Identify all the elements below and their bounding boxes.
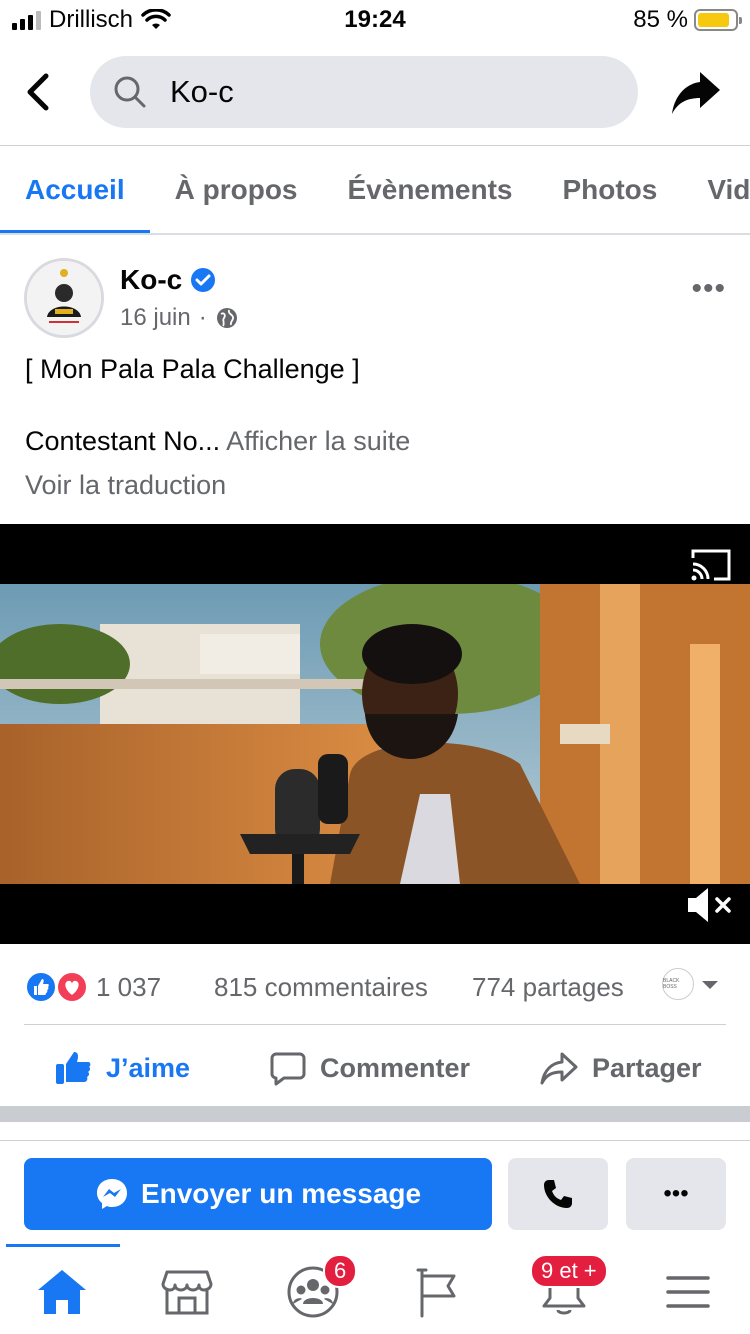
- nav-active-indicator: [6, 1244, 120, 1247]
- send-message-button[interactable]: Envoyer un message: [24, 1158, 492, 1230]
- comment-button[interactable]: Commenter: [270, 1040, 470, 1096]
- search-icon: [114, 76, 146, 108]
- tab-accueil[interactable]: Accueil: [0, 146, 150, 234]
- translate-link[interactable]: Voir la traduction: [25, 470, 226, 501]
- battery-icon: [694, 9, 742, 31]
- nav-menu[interactable]: [658, 1262, 718, 1322]
- nav-groups[interactable]: 6: [283, 1254, 358, 1322]
- video-player[interactable]: [0, 524, 750, 944]
- search-value: Ko-c: [170, 74, 234, 109]
- status-right: 85 %: [633, 6, 742, 34]
- video-scene-image: [0, 584, 750, 884]
- like-label: J’aime: [106, 1052, 191, 1083]
- groups-badge: 6: [323, 1254, 358, 1288]
- post-date[interactable]: 16 juin: [120, 304, 191, 332]
- post-meta: 16 juin ·: [120, 304, 239, 332]
- share-icon: [540, 1052, 578, 1085]
- post-actions: J’aime Commenter Partager: [0, 1040, 750, 1096]
- phone-icon: [544, 1180, 572, 1208]
- comments-count[interactable]: 815 commentaires: [214, 972, 428, 1003]
- status-bar: Drillisch 19:24 85 %: [0, 0, 750, 40]
- tab-photos[interactable]: Photos: [537, 146, 682, 234]
- share-button[interactable]: Partager: [540, 1040, 702, 1096]
- avatar[interactable]: [24, 258, 104, 338]
- see-more-link[interactable]: Afficher la suite: [226, 426, 410, 456]
- send-message-label: Envoyer un message: [140, 1178, 422, 1209]
- post-body: Contestant No... Afficher la suite: [25, 426, 410, 457]
- tab-a-propos[interactable]: À propos: [150, 146, 323, 234]
- post-stats: 1 037 815 commentaires 774 partages BLAC…: [0, 966, 750, 1008]
- page-avatar-small[interactable]: BLACK BOSS: [662, 968, 694, 1000]
- reactions-count[interactable]: 1 037: [96, 972, 161, 1003]
- messenger-icon: [96, 1179, 127, 1209]
- verified-badge-icon: [191, 268, 216, 292]
- post-author-name[interactable]: Ko-c: [120, 264, 182, 296]
- reaction-icons[interactable]: [24, 970, 90, 1004]
- avatar-image: [27, 261, 101, 335]
- post-more-button[interactable]: •••: [691, 272, 726, 306]
- chevron-down-icon[interactable]: [700, 978, 720, 992]
- flag-icon: [416, 1268, 456, 1318]
- section-divider: [0, 1140, 750, 1141]
- post-title: [ Mon Pala Pala Challenge ]: [25, 354, 360, 384]
- globe-icon: [216, 308, 237, 328]
- shares-count[interactable]: 774 partages: [472, 972, 624, 1003]
- nav-marketplace[interactable]: [157, 1262, 217, 1322]
- marketplace-icon: [161, 1270, 213, 1315]
- mute-icon[interactable]: [684, 884, 736, 926]
- meta-separator: ·: [198, 304, 207, 331]
- tabs-divider: [0, 233, 750, 235]
- battery-fill: [698, 13, 729, 27]
- nav-notifications[interactable]: 9 et +: [530, 1254, 608, 1322]
- search-input[interactable]: Ko-c: [90, 56, 638, 128]
- call-button[interactable]: [508, 1158, 608, 1230]
- post-body-text: Contestant No...: [25, 426, 221, 456]
- tab-videos[interactable]: Vidé: [682, 146, 750, 234]
- section-separator: [0, 1106, 750, 1122]
- stats-divider: [24, 1024, 726, 1025]
- cast-icon[interactable]: [690, 548, 732, 582]
- battery-percent: 85 %: [633, 6, 688, 33]
- thumbs-up-icon: [56, 1052, 91, 1084]
- header: Ko-c: [0, 56, 750, 130]
- nav-home[interactable]: [32, 1262, 92, 1322]
- nav-pages[interactable]: [408, 1262, 468, 1322]
- post-header: Ko-c 16 juin · •••: [0, 258, 750, 342]
- share-label: Partager: [592, 1052, 702, 1083]
- comment-bubble-icon: [270, 1052, 306, 1086]
- share-arrow-icon[interactable]: [670, 70, 722, 116]
- tab-evenements[interactable]: Évènements: [323, 146, 538, 234]
- comment-label: Commenter: [320, 1052, 471, 1083]
- more-options-button[interactable]: •••: [626, 1158, 726, 1230]
- back-arrow-icon[interactable]: [20, 70, 60, 114]
- page-tabs: Accueil À propos Évènements Photos Vidé: [0, 146, 750, 234]
- home-icon: [38, 1270, 86, 1314]
- notifications-badge: 9 et +: [530, 1254, 608, 1288]
- menu-icon: [666, 1276, 710, 1308]
- like-button[interactable]: J’aime: [54, 1040, 190, 1096]
- bottom-nav: 6 9 et +: [0, 1244, 750, 1334]
- post-author[interactable]: Ko-c: [120, 264, 216, 296]
- page-avatar-text: BLACK BOSS: [663, 978, 680, 990]
- video-thumbnail: [0, 584, 750, 884]
